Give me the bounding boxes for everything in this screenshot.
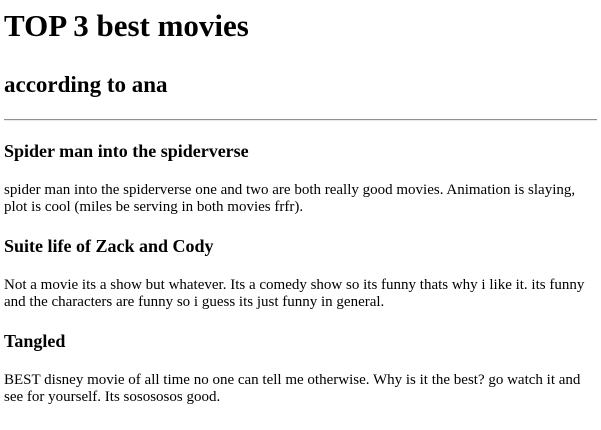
movie-section-3: Tangled BEST disney movie of all time no… (4, 311, 597, 406)
movie-title: Spider man into the spiderverse (4, 141, 249, 161)
movie-section-2: Suite life of Zack and Cody Not a movie … (4, 216, 597, 311)
movie-section-1: Spider man into the spiderverse spider m… (4, 121, 597, 216)
movie-description: spider man into the spiderverse one and … (4, 182, 576, 215)
movie-title: Tangled (4, 331, 66, 351)
movie-description: BEST disney movie of all time no one can… (4, 372, 581, 405)
movie-title: Suite life of Zack and Cody (4, 236, 214, 256)
page-title: TOP 3 best movies (4, 8, 249, 43)
movie-description: Not a movie its a show but whatever. Its… (4, 277, 585, 310)
page-subtitle: according to ana (4, 72, 168, 97)
